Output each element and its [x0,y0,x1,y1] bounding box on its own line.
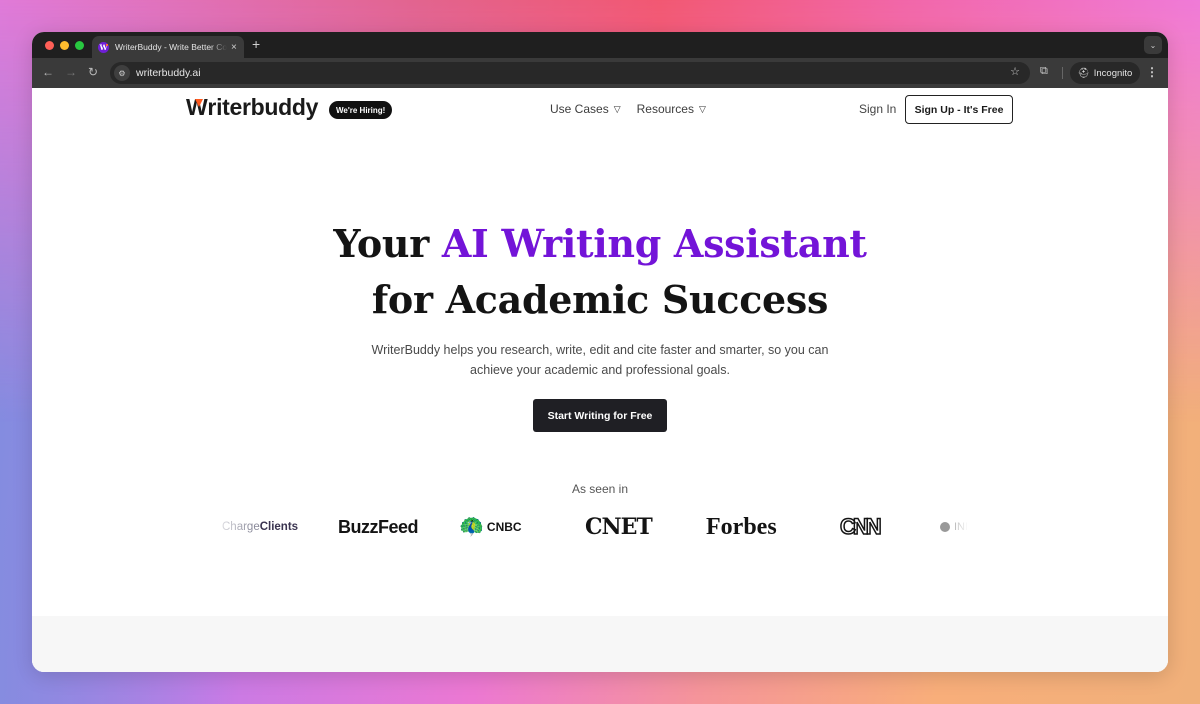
browser-toolbar: ← → ↻ ⚙ writerbuddy.ai ☆ ⧉ ⛑ Incognito ⋮ [32,58,1168,88]
site-info-icon[interactable]: ⚙ [114,65,130,81]
incognito-label: Incognito [1093,67,1133,79]
press-logo-cnn: CNN [839,513,882,540]
minimize-window-button[interactable] [60,41,69,50]
browser-menu-icon[interactable]: ⋮ [1146,65,1158,79]
sign-up-button[interactable]: Sign Up - It's Free [905,95,1013,124]
window-controls [45,41,84,50]
press-logo-cnet: CNET [585,514,653,540]
press-logo-cnbc: 🦚 CNBC [459,516,522,538]
peacock-icon: 🦚 [459,516,484,538]
hero-title-prefix: Your [333,221,442,266]
hero-title: Your AI Writing Assistant for Academic S… [32,216,1168,328]
press-logo-charge-clients: Charge Clients [222,521,299,533]
close-window-button[interactable] [45,41,54,50]
press-logos: Charge Clients BuzzFeed 🦚 CNBC CNET Forb… [222,512,982,542]
press-logo-forbes: Forbes [706,513,777,540]
site-header: Writerbuddy We're Hiring! Use Cases ▽ Re… [32,88,1168,132]
forward-icon[interactable]: → [65,65,77,79]
chevron-down-icon: ⌄ [1149,40,1157,50]
triangle-down-icon: ▽ [698,103,706,114]
press-logo-buzzfeed: BuzzFeed [338,516,419,537]
as-seen-in-label: As seen in [571,482,629,496]
nav-resources[interactable]: Resources ▽ [637,102,706,116]
hiring-badge[interactable]: We're Hiring! [329,101,393,119]
hero-subtitle: WriterBuddy helps you research, write, e… [32,340,1168,380]
logo-initial: W [186,94,208,120]
tab-bar: W WriterBuddy - Write Better Content × +… [32,32,1168,58]
close-tab-icon[interactable]: × [231,42,237,53]
back-icon[interactable]: ← [42,65,54,79]
browser-tab[interactable]: W WriterBuddy - Write Better Content × [92,36,244,58]
bookmark-star-icon[interactable]: ☆ [1010,65,1020,78]
triangle-down-icon: ▽ [613,103,621,114]
nav-label: Use Cases [550,102,609,116]
nav-label: Resources [636,102,694,116]
writerbuddy-logo[interactable]: Writerbuddy [186,94,318,121]
hero-subtitle-line1: WriterBuddy helps you research, write, e… [371,343,829,357]
logo-text: riterbuddy [207,94,319,120]
start-writing-button[interactable]: Start Writing for Free [533,399,667,432]
press-logo-inc: INI [940,512,968,542]
hero-subtitle-line2: achieve your academic and professional g… [470,363,730,377]
tab-title: WriterBuddy - Write Better Content [115,42,227,52]
toolbar-divider [1062,67,1063,79]
nav-use-cases[interactable]: Use Cases ▽ [550,102,621,116]
favicon-icon: W [98,41,109,53]
inc-badge-icon [940,522,950,532]
hero-title-line2: for Academic Success [371,277,829,322]
sign-in-link[interactable]: Sign In [859,102,896,116]
browser-window: W WriterBuddy - Write Better Content × +… [32,32,1168,672]
new-tab-button[interactable]: + [252,36,260,52]
hero-title-accent: AI Writing Assistant [441,221,867,266]
maximize-window-button[interactable] [75,41,84,50]
tab-search-button[interactable]: ⌄ [1144,36,1162,54]
incognito-indicator[interactable]: ⛑ Incognito [1070,62,1140,84]
address-bar[interactable]: ⚙ writerbuddy.ai ☆ [110,62,1030,84]
extensions-icon[interactable]: ⧉ [1040,65,1048,78]
url-text[interactable]: writerbuddy.ai [136,67,201,79]
main-nav: Use Cases ▽ Resources ▽ [550,102,706,116]
next-section-band [32,616,1168,672]
reload-icon[interactable]: ↻ [88,65,98,79]
web-page: Writerbuddy We're Hiring! Use Cases ▽ Re… [32,88,1168,672]
incognito-icon: ⛑ [1077,67,1090,79]
